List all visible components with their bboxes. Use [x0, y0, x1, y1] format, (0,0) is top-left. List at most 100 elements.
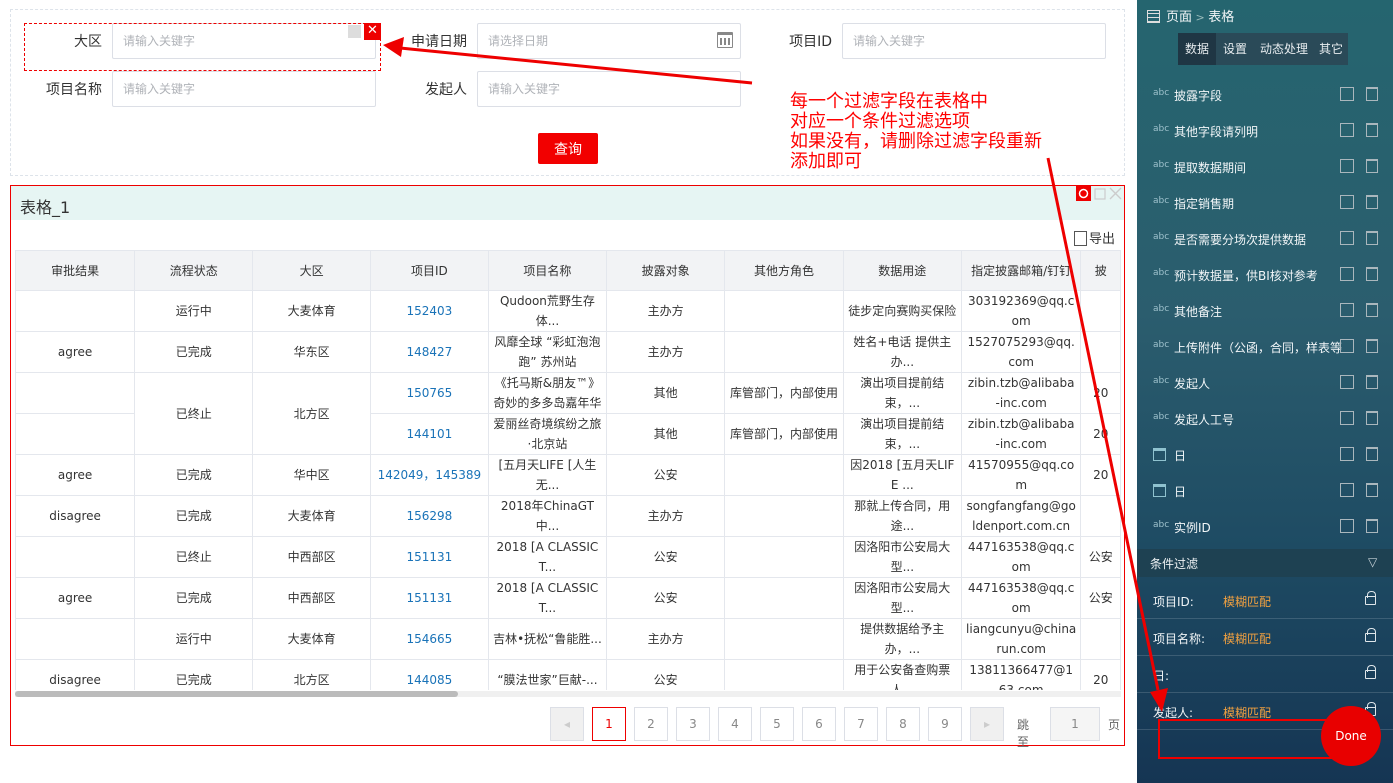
trash-icon[interactable] — [1366, 231, 1378, 245]
lock-icon[interactable] — [1365, 628, 1376, 642]
trash-icon[interactable] — [1366, 411, 1378, 425]
table-row[interactable]: agree 已完成 中西部区 151131 2018 [A CLASSIC T... 公安… — [15, 577, 1121, 619]
condition-match-mode[interactable]: 模糊匹配 — [1223, 593, 1271, 610]
field-item[interactable]: 日 — [1137, 473, 1393, 509]
trash-icon[interactable] — [1366, 159, 1378, 173]
field-item[interactable]: abc 实例ID — [1137, 509, 1393, 545]
table-row[interactable]: agree 已完成 华东区 148427 风靡全球 “彩虹泡泡跑” 苏州站 主办方 姓名+电… — [15, 331, 1121, 373]
column-header[interactable]: 披露对象 — [606, 250, 726, 291]
page-button[interactable]: 1 — [592, 707, 626, 741]
project-name-input[interactable] — [112, 71, 376, 107]
column-header[interactable]: 流程状态 — [134, 250, 254, 291]
close-icon[interactable] — [1109, 187, 1122, 200]
page-button[interactable]: 3 — [676, 707, 710, 741]
field-item[interactable]: 日 — [1137, 437, 1393, 473]
column-header[interactable]: 指定披露邮箱/钉钉 — [960, 250, 1082, 291]
field-item[interactable]: abc 提取数据期间 — [1137, 149, 1393, 185]
project-id-link[interactable]: 148427 — [369, 331, 489, 373]
edit-icon[interactable] — [1340, 267, 1354, 281]
maximize-icon[interactable] — [1094, 188, 1106, 200]
table-row[interactable]: disagree 已完成 大麦体育 156298 2018年ChinaGT中... 主办方… — [15, 495, 1121, 537]
done-button[interactable]: Done — [1321, 706, 1381, 766]
field-item[interactable]: abc 指定销售期 — [1137, 185, 1393, 221]
project-id-link[interactable]: 144101 — [369, 413, 489, 455]
edit-icon[interactable] — [1340, 231, 1354, 245]
condition-row[interactable]: 项目名称: 模糊匹配 — [1137, 619, 1393, 656]
column-header[interactable]: 其他方角色 — [724, 250, 844, 291]
field-item[interactable]: abc 预计数据量，供BI核对参考 — [1137, 257, 1393, 293]
column-header[interactable]: 审批结果 — [15, 250, 136, 291]
field-item[interactable]: abc 发起人 — [1137, 365, 1393, 401]
project-id-link[interactable]: 151131 — [369, 536, 489, 578]
column-header[interactable]: 大区 — [252, 250, 371, 291]
field-item[interactable]: abc 发起人工号 — [1137, 401, 1393, 437]
project-id-link[interactable]: 142049，145389 — [369, 454, 489, 496]
trash-icon[interactable] — [1366, 447, 1378, 461]
project-id-link[interactable]: 154665 — [369, 618, 489, 660]
project-id-link[interactable]: 151131 — [369, 577, 489, 619]
condition-row[interactable]: 项目ID: 模糊匹配 — [1137, 582, 1393, 619]
edit-icon[interactable] — [1340, 159, 1354, 173]
trash-icon[interactable] — [1366, 519, 1378, 533]
prev-page-button[interactable]: ◂ — [550, 707, 584, 741]
date-input[interactable] — [477, 23, 741, 59]
funnel-icon[interactable]: ▽ — [1368, 555, 1377, 569]
calendar-icon[interactable] — [717, 32, 733, 48]
horizontal-scrollbar[interactable] — [15, 691, 1121, 697]
trash-icon[interactable] — [1366, 195, 1378, 209]
column-header[interactable]: 数据用途 — [842, 250, 962, 291]
column-header[interactable]: 项目名称 — [487, 250, 608, 291]
edit-icon[interactable] — [1340, 195, 1354, 209]
table-row[interactable]: disagree 已完成 北方区 144085 “膜法世家”巨献-... 公安 用于公安备查… — [15, 659, 1121, 690]
edit-icon[interactable] — [1340, 123, 1354, 137]
edit-icon[interactable] — [1340, 411, 1354, 425]
field-item[interactable]: abc 其他备注 — [1137, 293, 1393, 329]
breadcrumb-table[interactable]: 表格 — [1208, 10, 1234, 25]
trash-icon[interactable] — [1366, 303, 1378, 317]
breadcrumb-page[interactable]: 页面 — [1166, 10, 1192, 25]
condition-match-mode[interactable]: 模糊匹配 — [1223, 630, 1271, 647]
page-button[interactable]: 4 — [718, 707, 752, 741]
table-row[interactable]: agree 已完成 华中区 142049，145389 [五月天LIFE [人生无...… — [15, 454, 1121, 496]
table-row[interactable]: 已终止 中西部区 151131 2018 [A CLASSIC T... 公安 因洛阳市公… — [15, 536, 1121, 578]
edit-icon[interactable] — [1340, 303, 1354, 317]
field-item[interactable]: abc 其他字段请列明 — [1137, 113, 1393, 149]
project-id-link[interactable]: 156298 — [369, 495, 489, 537]
tab-dynamic[interactable]: 动态处理 — [1254, 33, 1314, 65]
field-item[interactable]: abc 披露字段 — [1137, 77, 1393, 113]
tab-other[interactable]: 其它 — [1314, 33, 1348, 65]
condition-row[interactable]: 日: — [1137, 656, 1393, 693]
refresh-icon[interactable] — [1076, 186, 1091, 201]
edit-icon[interactable] — [1340, 87, 1354, 101]
field-item[interactable]: abc 是否需要分场次提供数据 — [1137, 221, 1393, 257]
trash-icon[interactable] — [1366, 267, 1378, 281]
page-button[interactable]: 6 — [802, 707, 836, 741]
project-id-link[interactable]: 152403 — [369, 290, 489, 332]
edit-icon[interactable] — [1340, 483, 1354, 497]
page-button[interactable]: 5 — [760, 707, 794, 741]
page-button[interactable]: 8 — [886, 707, 920, 741]
field-item[interactable]: abc 上传附件（公函，合同，样表等 — [1137, 329, 1393, 365]
edit-icon[interactable] — [1340, 339, 1354, 353]
trash-icon[interactable] — [1366, 87, 1378, 101]
page-button[interactable]: 2 — [634, 707, 668, 741]
project-id-link[interactable]: 144085 — [369, 659, 489, 690]
export-button[interactable]: 导出 — [1074, 228, 1115, 247]
edit-icon[interactable] — [1340, 375, 1354, 389]
edit-icon[interactable] — [1340, 447, 1354, 461]
initiator-input[interactable] — [477, 71, 741, 107]
table-row[interactable]: 运行中 大麦体育 154665 吉林•抚松“鲁能胜... 主办方 提供数据给予主办，...… — [15, 618, 1121, 660]
project-id-input[interactable] — [842, 23, 1106, 59]
tab-data[interactable]: 数据 — [1178, 33, 1216, 65]
table-row[interactable]: 运行中 大麦体育 152403 Qudoon荒野生存体... 主办方 徒步定向赛购买保险 3… — [15, 290, 1121, 332]
trash-icon[interactable] — [1366, 483, 1378, 497]
lock-icon[interactable] — [1365, 665, 1376, 679]
lock-icon[interactable] — [1365, 591, 1376, 605]
next-page-button[interactable]: ▸ — [970, 707, 1004, 741]
trash-icon[interactable] — [1366, 375, 1378, 389]
project-id-link[interactable]: 150765 — [369, 372, 489, 414]
jump-page-input[interactable]: 1 — [1050, 707, 1100, 741]
tab-settings[interactable]: 设置 — [1216, 33, 1254, 65]
table-row[interactable]: 已终止 北方区 150765 《托马斯&朋友™》奇妙的多多岛嘉年华 其他 库管部门，内部使… — [15, 372, 1121, 455]
date-picker[interactable] — [477, 23, 741, 59]
